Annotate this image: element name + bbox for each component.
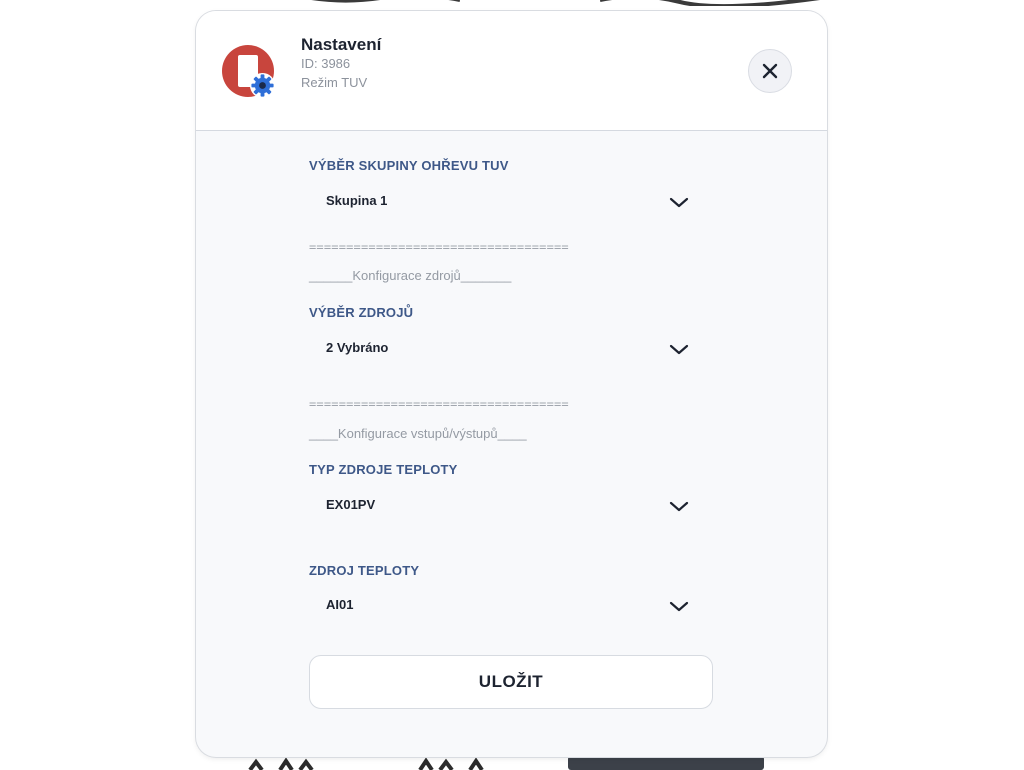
close-button[interactable] xyxy=(748,49,792,93)
section-divider: =================================== xyxy=(309,397,569,411)
sources-value: 2 Vybráno xyxy=(326,340,388,355)
heating-group-label: VÝBĚR SKUPINY OHŘEVU TUV xyxy=(309,158,509,173)
chevron-down-icon xyxy=(669,498,689,514)
temp-source-label: ZDROJ TEPLOTY xyxy=(309,563,419,578)
section-divider: =================================== xyxy=(309,240,569,254)
section-caption-sources: ______Konfigurace zdrojů_______ xyxy=(309,268,511,283)
temp-source-type-label: TYP ZDROJE TEPLOTY xyxy=(309,462,458,477)
settings-dialog: Nastavení ID: 3986 Režim TUV VÝBĚR SKUPI… xyxy=(196,11,827,757)
heating-group-value: Skupina 1 xyxy=(326,193,387,208)
dialog-header: Nastavení ID: 3986 Režim TUV xyxy=(196,11,827,131)
sources-select[interactable]: 2 Vybráno xyxy=(309,331,699,367)
device-id: ID: 3986 xyxy=(301,56,350,71)
temp-source-value: AI01 xyxy=(326,597,353,612)
chevron-down-icon xyxy=(669,194,689,210)
temp-source-type-value: EX01PV xyxy=(326,497,375,512)
chevron-down-icon xyxy=(669,598,689,614)
gear-icon xyxy=(249,72,276,99)
temp-source-select[interactable]: AI01 xyxy=(309,588,699,624)
chevron-down-icon xyxy=(669,341,689,357)
dialog-title: Nastavení xyxy=(301,35,381,55)
heating-group-select[interactable]: Skupina 1 xyxy=(309,184,699,220)
device-avatar xyxy=(222,45,278,101)
save-button[interactable]: ULOŽIT xyxy=(309,655,713,709)
background-scribble xyxy=(300,0,820,6)
close-icon xyxy=(762,63,778,79)
sources-label: VÝBĚR ZDROJŮ xyxy=(309,305,413,320)
section-caption-io: ____Konfigurace vstupů/výstupů____ xyxy=(309,426,527,441)
temp-source-type-select[interactable]: EX01PV xyxy=(309,488,699,524)
device-mode: Režim TUV xyxy=(301,75,367,90)
